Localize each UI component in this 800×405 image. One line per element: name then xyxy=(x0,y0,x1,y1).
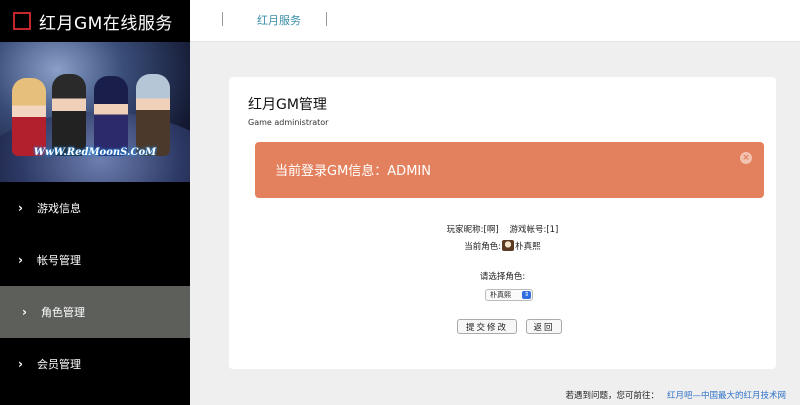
role-select[interactable]: 朴真熙 ⇕ xyxy=(485,289,533,301)
gm-info-alert: 当前登录GM信息：ADMIN × xyxy=(255,142,764,198)
current-role-value: 朴真熙 xyxy=(515,242,541,252)
submit-button[interactable]: 提交修改 xyxy=(457,319,517,334)
gm-management-card: 红月GM管理 Game administrator 当前登录GM信息：ADMIN… xyxy=(229,77,776,369)
role-avatar-icon xyxy=(502,240,515,251)
top-divider xyxy=(326,12,327,26)
sidebar-item-label: 角色管理 xyxy=(40,306,85,319)
player-nickname: 玩家昵称:[啊] xyxy=(446,225,499,235)
footer: 若遇到问题，您可前往： 红月吧—中国最大的红月技术网 xyxy=(565,389,786,401)
chevron-right-icon: › xyxy=(18,357,23,371)
sidebar: 红月GM在线服务 WwW.RedMoonS.CoM › 游戏信息 › 帐号管理 … xyxy=(0,0,190,405)
chevron-right-icon: › xyxy=(22,305,27,319)
banner-image: WwW.RedMoonS.CoM xyxy=(0,42,190,182)
sidebar-item-label: 游戏信息 xyxy=(36,202,81,215)
sidebar-item-member-management[interactable]: › 会员管理 xyxy=(0,338,190,390)
chevron-right-icon: › xyxy=(18,201,23,215)
sidebar-item-account-management[interactable]: › 帐号管理 xyxy=(0,234,190,286)
close-icon[interactable]: × xyxy=(740,152,752,164)
sidebar-item-label: 会员管理 xyxy=(36,358,81,371)
top-divider xyxy=(222,12,223,26)
banner-caption: WwW.RedMoonS.CoM xyxy=(33,147,157,158)
page-subtitle: Game administrator xyxy=(248,118,329,127)
footer-link[interactable]: 红月吧—中国最大的红月技术网 xyxy=(667,391,786,401)
top-link-redmoon-service[interactable]: 红月服务 xyxy=(257,12,301,28)
banner-character xyxy=(12,78,46,156)
chevron-right-icon: › xyxy=(18,253,23,267)
game-account: 游戏帐号:[1] xyxy=(509,225,559,235)
footer-text: 若遇到问题，您可前往： xyxy=(565,391,659,401)
app-title: 红月GM在线服务 xyxy=(39,13,173,34)
top-bar: 红月服务 xyxy=(190,0,800,42)
current-role-label: 当前角色: xyxy=(464,242,502,252)
alert-text: 当前登录GM信息：ADMIN xyxy=(275,164,431,179)
brand-logo-icon xyxy=(13,12,31,30)
select-arrows-icon: ⇕ xyxy=(522,291,531,299)
back-button[interactable]: 返回 xyxy=(526,319,562,334)
banner-character xyxy=(52,74,86,156)
sidebar-item-label: 帐号管理 xyxy=(36,254,81,267)
banner-character xyxy=(136,74,170,156)
sidebar-menu: › 游戏信息 › 帐号管理 › 角色管理 › 会员管理 xyxy=(0,182,190,390)
player-info: 玩家昵称:[啊] 游戏帐号:[1] xyxy=(229,223,776,235)
brand: 红月GM在线服务 xyxy=(0,0,190,42)
banner-character xyxy=(94,76,128,156)
page-title: 红月GM管理 xyxy=(248,97,327,113)
sidebar-item-role-management[interactable]: › 角色管理 xyxy=(0,286,190,338)
role-select-value: 朴真熙 xyxy=(490,291,511,299)
select-role-label: 请选择角色: xyxy=(479,272,526,282)
sidebar-item-game-info[interactable]: › 游戏信息 xyxy=(0,182,190,234)
current-role: 当前角色: 朴真熙 xyxy=(229,240,776,252)
